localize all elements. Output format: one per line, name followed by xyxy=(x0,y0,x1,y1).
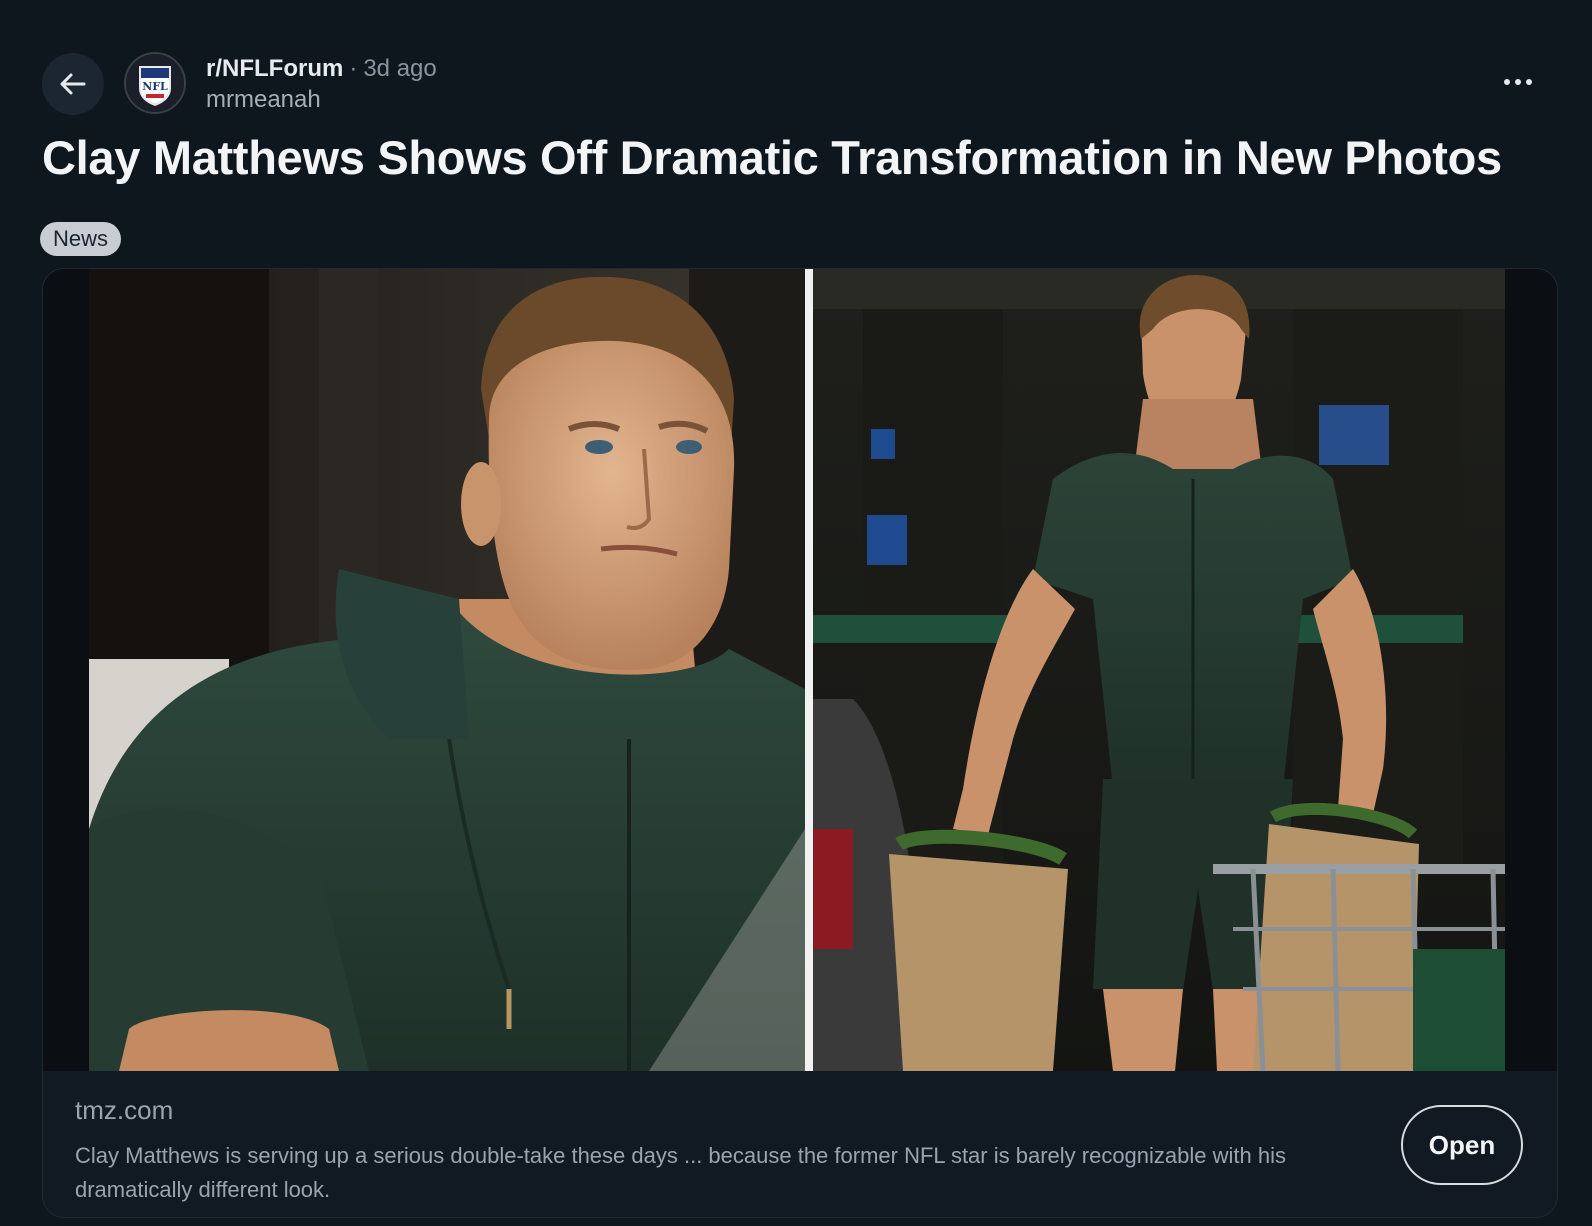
more-horizontal-icon xyxy=(1504,79,1532,85)
arrow-left-icon xyxy=(60,73,86,95)
photo-divider xyxy=(805,269,813,1071)
nfl-shield-icon: NFL xyxy=(126,54,184,112)
meta-separator: · xyxy=(349,55,358,82)
closeup-illustration xyxy=(89,269,805,1071)
author-username[interactable]: mrmeanah xyxy=(206,84,437,116)
more-options-button[interactable] xyxy=(1496,66,1540,98)
photo-closeup xyxy=(89,269,805,1071)
subreddit-avatar[interactable]: NFL xyxy=(124,52,186,114)
link-description: Clay Matthews is serving up a serious do… xyxy=(75,1143,1286,1202)
link-preview-card[interactable]: tmz.com Clay Matthews is serving up a se… xyxy=(42,268,1558,1218)
photo-fullbody xyxy=(813,269,1505,1071)
subreddit-name[interactable]: r/NFLForum xyxy=(206,55,343,82)
link-preview-image[interactable] xyxy=(43,269,1557,1071)
svg-text:NFL: NFL xyxy=(142,80,168,93)
link-domain[interactable]: tmz.com xyxy=(75,1095,173,1126)
back-button[interactable] xyxy=(42,53,104,115)
post-age: 3d ago xyxy=(363,55,437,82)
open-link-button[interactable]: Open xyxy=(1401,1105,1523,1185)
fullbody-illustration xyxy=(813,269,1505,1071)
post-title[interactable]: Clay Matthews Shows Off Dramatic Transfo… xyxy=(42,128,1562,188)
post-view: NFL r/NFLForum · 3d ago mrmeanah Clay Matt… xyxy=(0,0,1592,1226)
post-meta: r/NFLForum · 3d ago mrmeanah xyxy=(206,54,437,116)
flair-badge[interactable]: News xyxy=(40,222,122,256)
